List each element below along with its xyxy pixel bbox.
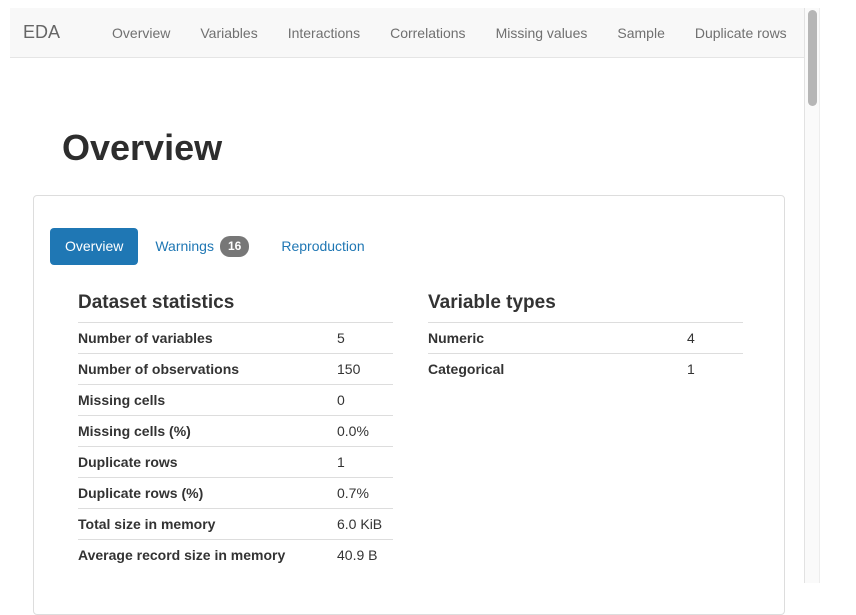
- stat-row: Number of variables 5: [78, 323, 393, 354]
- stat-value: 6.0 KiB: [337, 509, 393, 540]
- nav-item-link[interactable]: Correlations: [375, 10, 480, 56]
- top-navbar: EDA Overview Variables Interactions Corr…: [10, 8, 804, 58]
- variable-types-title: Variable types: [428, 292, 758, 314]
- stat-label: Average record size in memory: [78, 540, 337, 571]
- stat-label: Duplicate rows: [78, 447, 337, 478]
- stat-label: Number of variables: [78, 323, 337, 354]
- tab-reproduction-label: Reproduction: [281, 238, 364, 255]
- dataset-statistics-section: Dataset statistics Number of variables 5…: [78, 292, 428, 570]
- nav-item-link[interactable]: Duplicate rows: [680, 10, 802, 56]
- page-title: Overview: [62, 128, 804, 168]
- variable-types-table: Numeric 4 Categorical 1: [428, 322, 743, 384]
- nav-item-link[interactable]: Variables: [185, 10, 272, 56]
- navbar-menu: Overview Variables Interactions Correlat…: [97, 10, 802, 56]
- stat-value: 150: [337, 354, 393, 385]
- stat-row: Missing cells (%) 0.0%: [78, 416, 393, 447]
- type-label: Categorical: [428, 354, 687, 385]
- stat-value: 5: [337, 323, 393, 354]
- stat-row: Total size in memory 6.0 KiB: [78, 509, 393, 540]
- tab-overview-label: Overview: [65, 238, 123, 255]
- variable-types-section: Variable types Numeric 4 Categorical: [428, 292, 758, 570]
- stat-value: 0.0%: [337, 416, 393, 447]
- nav-item[interactable]: Missing values: [481, 10, 603, 56]
- overview-content: Dataset statistics Number of variables 5…: [34, 292, 784, 610]
- type-row: Categorical 1: [428, 354, 743, 385]
- nav-item[interactable]: Interactions: [273, 10, 375, 56]
- tab-overview[interactable]: Overview: [50, 228, 138, 265]
- nav-item-link[interactable]: Interactions: [273, 10, 375, 56]
- report-viewport: EDA Overview Variables Interactions Corr…: [10, 8, 804, 615]
- scrollbar-thumb[interactable]: [808, 10, 817, 106]
- nav-item-link[interactable]: Overview: [97, 10, 185, 56]
- stat-value: 0.7%: [337, 478, 393, 509]
- type-row: Numeric 4: [428, 323, 743, 354]
- stat-label: Total size in memory: [78, 509, 337, 540]
- stat-label: Missing cells: [78, 385, 337, 416]
- stat-row: Number of observations 150: [78, 354, 393, 385]
- navbar-brand[interactable]: EDA: [10, 22, 60, 43]
- nav-item[interactable]: Variables: [185, 10, 272, 56]
- stat-row: Duplicate rows (%) 0.7%: [78, 478, 393, 509]
- nav-item[interactable]: Sample: [602, 10, 679, 56]
- type-label: Numeric: [428, 323, 687, 354]
- tab-warnings-label: Warnings: [155, 238, 214, 255]
- type-value: 4: [687, 323, 743, 354]
- warnings-count-badge: 16: [220, 236, 249, 257]
- dataset-statistics-table: Number of variables 5 Number of observat…: [78, 322, 393, 570]
- stat-label: Number of observations: [78, 354, 337, 385]
- nav-item[interactable]: Duplicate rows: [680, 10, 802, 56]
- tab-warnings[interactable]: Warnings 16: [140, 226, 264, 267]
- overview-panel: Overview Warnings 16 Reproduction Datase…: [33, 195, 785, 615]
- stat-value: 1: [337, 447, 393, 478]
- stat-label: Duplicate rows (%): [78, 478, 337, 509]
- vertical-scrollbar[interactable]: [804, 8, 820, 583]
- stat-row: Average record size in memory 40.9 B: [78, 540, 393, 571]
- nav-item[interactable]: Overview: [97, 10, 185, 56]
- type-value: 1: [687, 354, 743, 385]
- tab-reproduction[interactable]: Reproduction: [266, 228, 379, 265]
- stat-value: 40.9 B: [337, 540, 393, 571]
- stat-label: Missing cells (%): [78, 416, 337, 447]
- nav-item[interactable]: Correlations: [375, 10, 480, 56]
- dataset-statistics-title: Dataset statistics: [78, 292, 428, 314]
- stat-value: 0: [337, 385, 393, 416]
- stat-row: Duplicate rows 1: [78, 447, 393, 478]
- stat-row: Missing cells 0: [78, 385, 393, 416]
- nav-item-link[interactable]: Sample: [602, 10, 679, 56]
- tab-bar: Overview Warnings 16 Reproduction: [50, 226, 784, 267]
- nav-item-link[interactable]: Missing values: [481, 10, 603, 56]
